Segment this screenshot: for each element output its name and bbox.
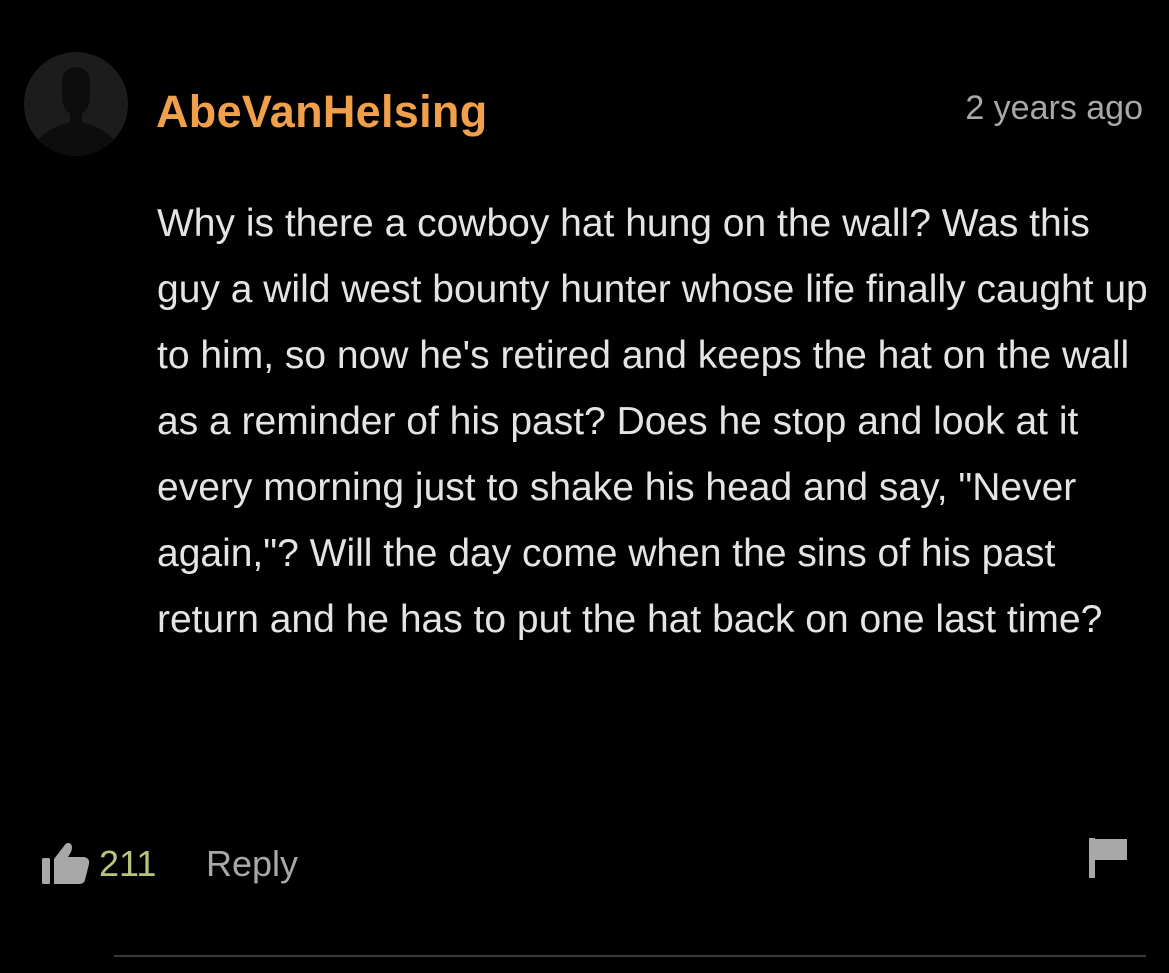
avatar[interactable] [24,52,128,156]
comment-body: Why is there a cowboy hat hung on the wa… [157,202,1148,641]
user-silhouette-icon [24,52,128,156]
thumbs-up-icon[interactable] [40,840,92,886]
comment-timestamp: 2 years ago [965,89,1143,127]
comment-author[interactable]: AbeVanHelsing [156,84,488,140]
comment: AbeVanHelsing 2 years ago Why is there a… [0,0,1169,973]
flag-icon[interactable] [1086,836,1130,880]
comment-actions: 211 Reply [0,834,1169,894]
like-count: 211 [99,843,157,884]
reply-button[interactable]: Reply [206,842,298,886]
divider [114,955,1146,957]
